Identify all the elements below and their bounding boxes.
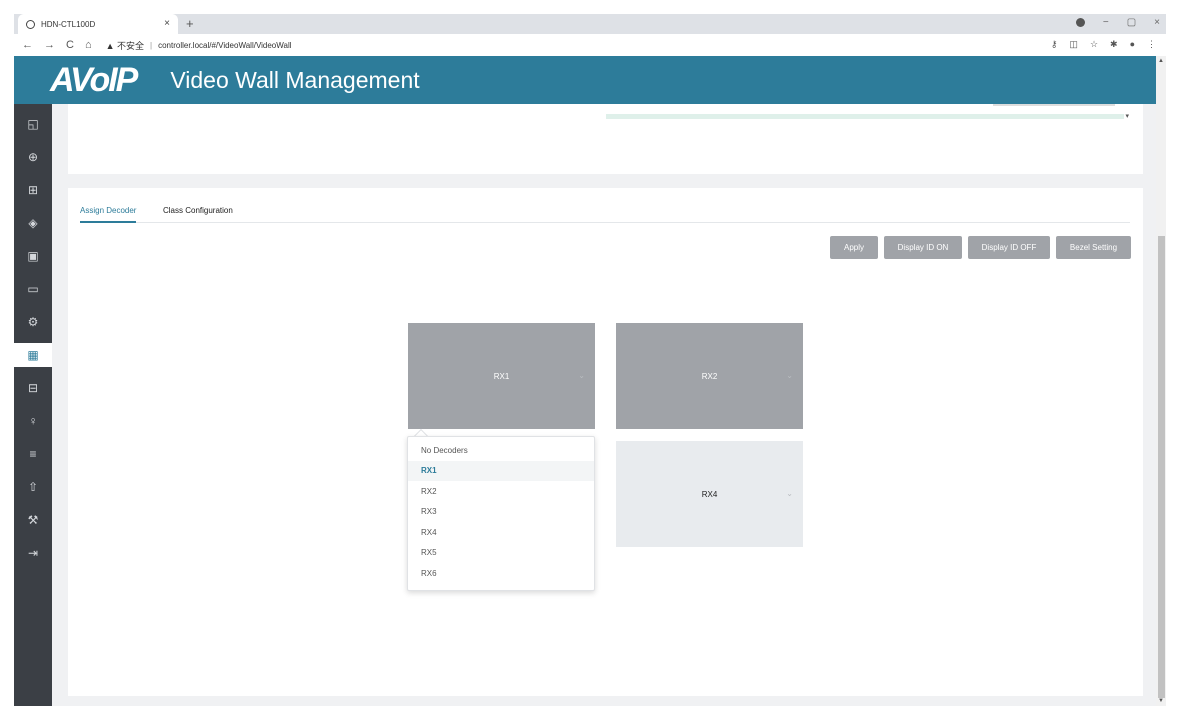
tab-class-configuration[interactable]: Class Configuration — [163, 206, 233, 223]
dropdown-option[interactable]: RX7 — [408, 584, 594, 590]
wall-cell-rx2[interactable]: RX2 ⌄ — [616, 323, 803, 429]
chevron-down-icon[interactable]: ⌄ — [578, 371, 585, 380]
wrench-icon[interactable]: ⚒ — [23, 510, 43, 530]
add-icon[interactable]: ⊕ — [23, 147, 43, 167]
apply-button[interactable]: Apply — [830, 236, 878, 259]
menu-icon[interactable]: ⋮ — [1147, 39, 1156, 50]
logout-icon[interactable]: ⇥ — [23, 543, 43, 563]
minimize-button[interactable]: − — [1103, 17, 1109, 28]
url-separator: | — [150, 40, 153, 50]
translate-icon[interactable]: ◫ — [1069, 39, 1078, 50]
top-field[interactable] — [993, 104, 1115, 106]
app-header: AVoIP Video Wall Management — [14, 56, 1156, 104]
layers-icon[interactable]: ◈ — [23, 213, 43, 233]
account-icon[interactable] — [1075, 18, 1085, 27]
new-tab-button[interactable]: + — [186, 16, 194, 31]
dropdown-option[interactable]: RX5 — [408, 543, 594, 563]
user-icon[interactable]: ♀ — [23, 411, 43, 431]
page-title: Video Wall Management — [170, 66, 420, 93]
caret-down-icon[interactable]: ▾ — [1125, 112, 1129, 120]
back-icon[interactable]: ← — [22, 39, 33, 51]
favicon-icon — [26, 19, 35, 29]
dashboard-icon[interactable]: ◱ — [23, 114, 43, 134]
profile-icon[interactable]: ● — [1130, 39, 1135, 50]
upload-icon[interactable]: ⇧ — [23, 477, 43, 497]
videowall-icon[interactable]: ▦ — [14, 343, 52, 367]
url-field[interactable]: ▲ 不安全 | controller.local/#/VideoWall/Vid… — [106, 39, 292, 52]
scrollbar[interactable]: ▲ ▼ — [1156, 56, 1166, 706]
logo: AVoIP — [50, 60, 138, 99]
security-warning[interactable]: ▲ 不安全 — [106, 39, 144, 52]
matrix-icon[interactable]: ⊟ — [23, 378, 43, 398]
dropdown-option[interactable]: RX6 — [408, 563, 594, 583]
wall-cell-label: RX2 — [701, 371, 718, 381]
wall-cell-rx1[interactable]: RX1 ⌄ — [408, 323, 595, 429]
top-bar — [606, 114, 1124, 119]
settings-icon[interactable]: ⚙ — [23, 312, 43, 332]
tab-strip: Assign Decoder Class Configuration — [80, 206, 1130, 223]
scrollbar-thumb[interactable] — [1158, 236, 1165, 698]
app-window: AVoIP Video Wall Management ◱ ⊕ ⊞ ◈ ▣ ▭ ⚙ ▦ ⊟ ♀ ≡ ⇧… — [14, 56, 1166, 706]
dropdown-option[interactable]: No Decoders — [408, 440, 594, 460]
display-id-on-button[interactable]: Display ID ON — [884, 236, 962, 259]
wall-cell-label: RX1 — [493, 371, 510, 381]
media-icon[interactable]: ▣ — [23, 246, 43, 266]
dropdown-option[interactable]: RX1 — [408, 460, 594, 481]
sliders-icon[interactable]: ≡ — [23, 444, 43, 464]
forward-icon[interactable]: → — [44, 39, 55, 51]
grid-icon[interactable]: ⊞ — [23, 180, 43, 200]
wall-cell-rx4[interactable]: RX4 ⌄ — [616, 441, 803, 547]
display-id-off-button[interactable]: Display ID OFF — [968, 236, 1050, 259]
star-icon[interactable]: ☆ — [1090, 39, 1098, 50]
restore-button[interactable]: ▢ — [1127, 17, 1136, 28]
extension-toolbar: ⚷ ◫ ☆ ✱ ● ⋮ — [1051, 39, 1156, 50]
scroll-up-icon[interactable]: ▲ — [1158, 58, 1164, 64]
dropdown-option[interactable]: RX2 — [408, 481, 594, 501]
tab-title: HDN-CTL100D — [41, 19, 96, 29]
puzzle-icon[interactable]: ✱ — [1110, 39, 1118, 50]
window-controls: − ▢ × — [1075, 17, 1160, 28]
display-icon[interactable]: ▭ — [23, 279, 43, 299]
key-icon[interactable]: ⚷ — [1051, 39, 1058, 50]
chevron-down-icon[interactable]: ⌄ — [786, 489, 793, 498]
dropdown-option[interactable]: RX3 — [408, 502, 594, 522]
videowall-card: Assign Decoder Class Configuration Apply… — [68, 188, 1143, 696]
dropdown-option[interactable]: RX4 — [408, 522, 594, 542]
bezel-setting-button[interactable]: Bezel Setting — [1056, 236, 1131, 259]
wall-cell-label: RX4 — [701, 489, 718, 499]
nav-buttons: ← → C ⌂ — [22, 39, 92, 51]
tab-close-icon[interactable]: × — [164, 18, 170, 29]
browser-tab[interactable]: HDN-CTL100D × — [18, 14, 178, 34]
close-window-button[interactable]: × — [1154, 17, 1160, 28]
address-bar: ← → C ⌂ ▲ 不安全 | controller.local/#/Video… — [14, 34, 1166, 56]
url-text[interactable]: controller.local/#/VideoWall/VideoWall — [158, 41, 291, 50]
reload-icon[interactable]: C — [66, 39, 74, 51]
chevron-down-icon[interactable]: ⌄ — [786, 371, 793, 380]
scroll-down-icon[interactable]: ▼ — [1158, 698, 1164, 704]
sidebar: ◱ ⊕ ⊞ ◈ ▣ ▭ ⚙ ▦ ⊟ ♀ ≡ ⇧ ⚒ ⇥ — [14, 104, 52, 706]
top-card: ▾ — [68, 104, 1143, 174]
decoder-dropdown[interactable]: No DecodersRX1RX2RX3RX4RX5RX6RX7 — [407, 436, 595, 591]
browser-tabbar: HDN-CTL100D × + − ▢ × — [14, 14, 1166, 34]
tab-assign-decoder[interactable]: Assign Decoder — [80, 206, 137, 223]
home-icon[interactable]: ⌂ — [85, 39, 92, 51]
screen: HDN-CTL100D × + − ▢ × ← → C ⌂ ▲ 不安全 | co… — [0, 0, 1194, 716]
